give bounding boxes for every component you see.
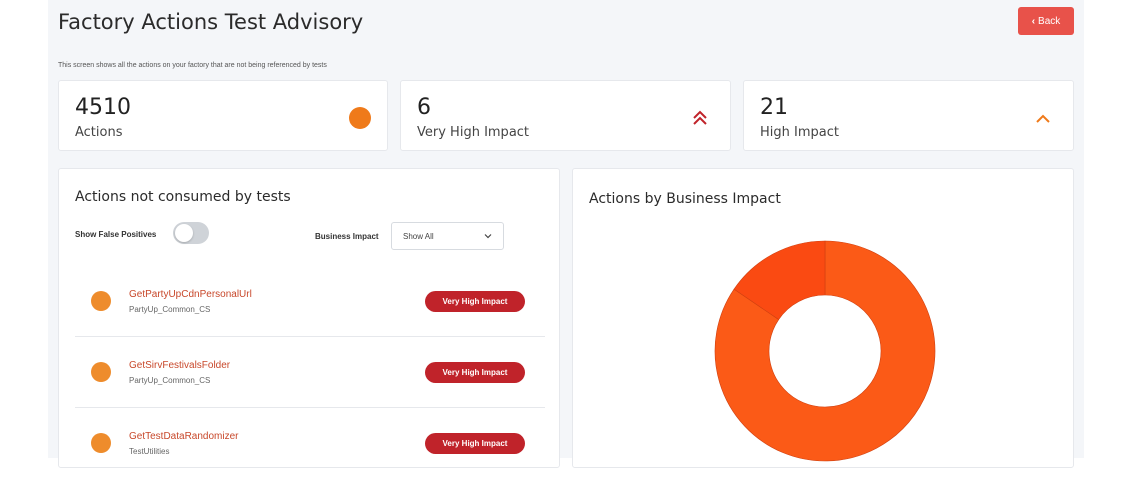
actions-panel-title: Actions not consumed by tests <box>75 189 291 205</box>
impact-badge: Very High Impact <box>425 433 525 454</box>
action-module: PartyUp_Common_CS <box>129 305 211 314</box>
stat-value: 6 <box>417 95 431 120</box>
page-subtitle: This screen shows all the actions on you… <box>58 62 327 69</box>
business-impact-filter-label: Business Impact <box>315 232 379 241</box>
stat-card-actions: 4510 Actions <box>58 80 388 151</box>
stat-label: Actions <box>75 125 123 140</box>
page-title: Factory Actions Test Advisory <box>58 10 364 34</box>
actions-panel: Actions not consumed by tests Show False… <box>58 168 560 468</box>
orange-dot-icon <box>91 291 111 311</box>
business-impact-select[interactable]: Show All <box>391 222 504 250</box>
stat-card-very-high-impact: 6 Very High Impact <box>400 80 731 151</box>
chevron-left-icon: ‹ <box>1031 15 1036 27</box>
back-button[interactable]: ‹ Back <box>1018 7 1074 35</box>
false-positives-toggle-label: Show False Positives <box>75 230 157 239</box>
double-chevron-up-icon <box>693 110 707 125</box>
action-name-link[interactable]: GetTestDataRandomizer <box>129 431 239 442</box>
impact-badge: Very High Impact <box>425 291 525 312</box>
chevron-down-icon <box>484 234 492 239</box>
orange-dot-icon <box>349 107 371 129</box>
back-button-label: Back <box>1038 15 1061 27</box>
action-name-link[interactable]: GetPartyUpCdnPersonalUrl <box>129 289 252 300</box>
donut-chart <box>714 240 936 462</box>
list-item[interactable]: GetSirvFestivalsFolder PartyUp_Common_CS… <box>75 338 545 408</box>
list-item[interactable]: GetTestDataRandomizer TestUtilities Very… <box>75 409 545 479</box>
stat-card-high-impact: 21 High Impact <box>743 80 1074 151</box>
chevron-up-icon <box>1036 114 1050 123</box>
stat-value: 4510 <box>75 95 131 120</box>
stat-label: High Impact <box>760 125 839 140</box>
page-canvas: Factory Actions Test Advisory ‹ Back Thi… <box>48 0 1084 468</box>
business-impact-select-value: Show All <box>403 231 434 241</box>
action-name-link[interactable]: GetSirvFestivalsFolder <box>129 360 230 371</box>
action-module: PartyUp_Common_CS <box>129 376 211 385</box>
stat-value: 21 <box>760 95 788 120</box>
stat-label: Very High Impact <box>417 125 530 140</box>
impact-badge: Very High Impact <box>425 362 525 383</box>
list-item[interactable]: GetPartyUpCdnPersonalUrl PartyUp_Common_… <box>75 267 545 337</box>
toggle-knob <box>175 224 193 242</box>
chart-panel: Actions by Business Impact <box>572 168 1074 468</box>
orange-dot-icon <box>91 362 111 382</box>
action-module: TestUtilities <box>129 447 170 456</box>
false-positives-toggle[interactable] <box>173 222 209 244</box>
orange-dot-icon <box>91 433 111 453</box>
